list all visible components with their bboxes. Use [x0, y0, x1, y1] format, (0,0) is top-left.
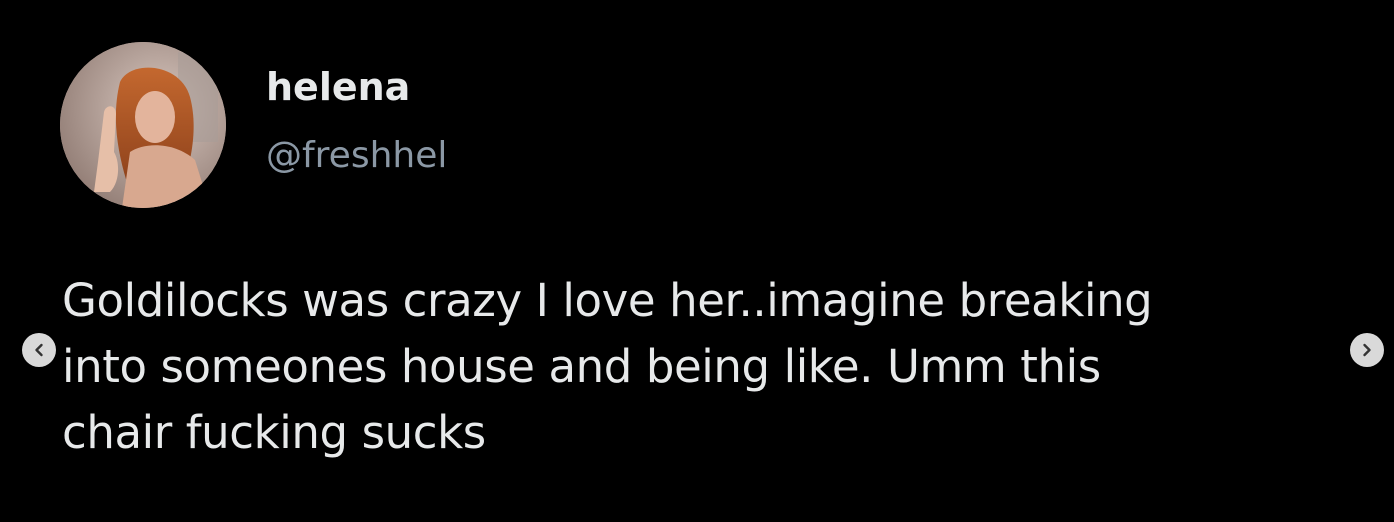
- display-name[interactable]: helena: [266, 64, 410, 110]
- tweet-text-line: Goldilocks was crazy I love her..imagine…: [62, 274, 1153, 327]
- avatar[interactable]: [60, 42, 226, 208]
- tweet-text-line: chair fucking sucks: [62, 406, 486, 459]
- profile-photo-icon: [60, 42, 226, 208]
- tweet-card: helena @freshhel Goldilocks was crazy I …: [0, 0, 1394, 522]
- user-handle[interactable]: @freshhel: [266, 134, 447, 178]
- tweet-text-line: into someones house and being like. Umm …: [62, 340, 1101, 393]
- chevron-left-icon: [35, 343, 43, 357]
- tweet-text: Goldilocks was crazy I love her..imagine…: [62, 268, 1352, 466]
- carousel-next-button[interactable]: [1350, 333, 1384, 367]
- chevron-right-icon: [1363, 343, 1371, 357]
- carousel-prev-button[interactable]: [22, 333, 56, 367]
